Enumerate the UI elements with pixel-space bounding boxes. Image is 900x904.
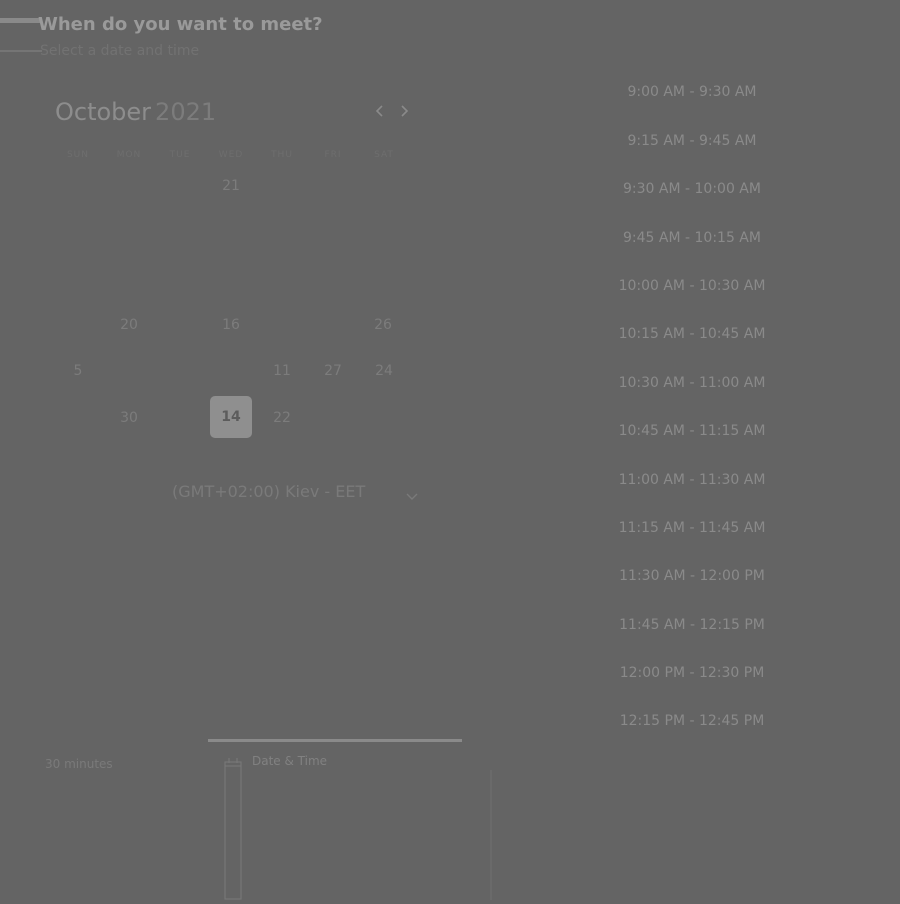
time-slot[interactable]: 9:00 AM - 9:30 AM — [600, 84, 784, 100]
calendar-day[interactable]: 22 — [262, 398, 302, 438]
weekday-sun: SUN — [66, 150, 90, 160]
calendar-year: 2021 — [155, 98, 217, 126]
weekday-sat: SAT — [374, 150, 394, 160]
meeting-duration: 30 minutes — [45, 757, 113, 771]
chevron-down-icon — [406, 493, 418, 500]
page-title: When do you want to meet? — [38, 14, 323, 35]
active-tab-indicator — [208, 739, 462, 742]
calendar-month: October — [55, 98, 152, 126]
calendar-month-year: October 2021 — [55, 98, 216, 126]
time-slot[interactable]: 11:45 AM - 12:15 PM — [600, 617, 784, 633]
calendar-icon — [224, 758, 242, 900]
calendar-day[interactable]: 26 — [363, 305, 403, 345]
prev-month-button[interactable] — [374, 102, 386, 123]
time-slot[interactable]: 11:00 AM - 11:30 AM — [600, 472, 784, 488]
calendar-day-selected[interactable]: 14 — [210, 396, 252, 438]
weekday-fri: FRI — [324, 150, 342, 160]
header-underline — [0, 50, 42, 52]
calendar-day[interactable]: 27 — [313, 351, 353, 391]
time-slot[interactable]: 11:15 AM - 11:45 AM — [600, 520, 784, 536]
date-time-tab-label[interactable]: Date & Time — [252, 754, 327, 768]
time-slot[interactable]: 10:45 AM - 11:15 AM — [600, 423, 784, 439]
chevron-right-icon — [401, 105, 409, 117]
calendar-day[interactable]: 21 — [211, 166, 251, 206]
calendar-day[interactable]: 11 — [262, 351, 302, 391]
weekday-wed: WED — [218, 150, 244, 160]
weekday-tue: TUE — [169, 150, 191, 160]
next-month-button[interactable] — [398, 102, 410, 123]
calendar-day[interactable]: 20 — [109, 305, 149, 345]
calendar-day[interactable]: 5 — [58, 351, 98, 391]
time-slot[interactable]: 9:45 AM - 10:15 AM — [600, 230, 784, 246]
time-slot[interactable]: 11:30 AM - 12:00 PM — [600, 568, 784, 584]
time-slot[interactable]: 10:15 AM - 10:45 AM — [600, 326, 784, 342]
time-slot[interactable]: 12:15 PM - 12:45 PM — [600, 713, 784, 729]
weekday-thu: THU — [271, 150, 293, 160]
chevron-left-icon — [375, 105, 383, 117]
timezone-select[interactable]: (GMT+02:00) Kiev - EET — [172, 482, 365, 501]
time-slot[interactable]: 9:30 AM - 10:00 AM — [600, 181, 784, 197]
calendar-day[interactable]: 24 — [364, 351, 404, 391]
date-time-tab[interactable] — [224, 756, 242, 900]
time-slot[interactable]: 9:15 AM - 9:45 AM — [600, 133, 784, 149]
footer-divider — [490, 770, 492, 900]
time-slot[interactable]: 12:00 PM - 12:30 PM — [600, 665, 784, 681]
calendar-day[interactable]: 16 — [211, 305, 251, 345]
back-bar[interactable] — [0, 18, 42, 23]
time-slot[interactable]: 10:30 AM - 11:00 AM — [600, 375, 784, 391]
timezone-dropdown-toggle[interactable] — [405, 486, 419, 500]
calendar-day[interactable]: 30 — [109, 398, 149, 438]
time-slot[interactable]: 10:00 AM - 10:30 AM — [600, 278, 784, 294]
weekday-mon: MON — [116, 150, 142, 160]
page-subtitle: Select a date and time — [40, 43, 200, 59]
